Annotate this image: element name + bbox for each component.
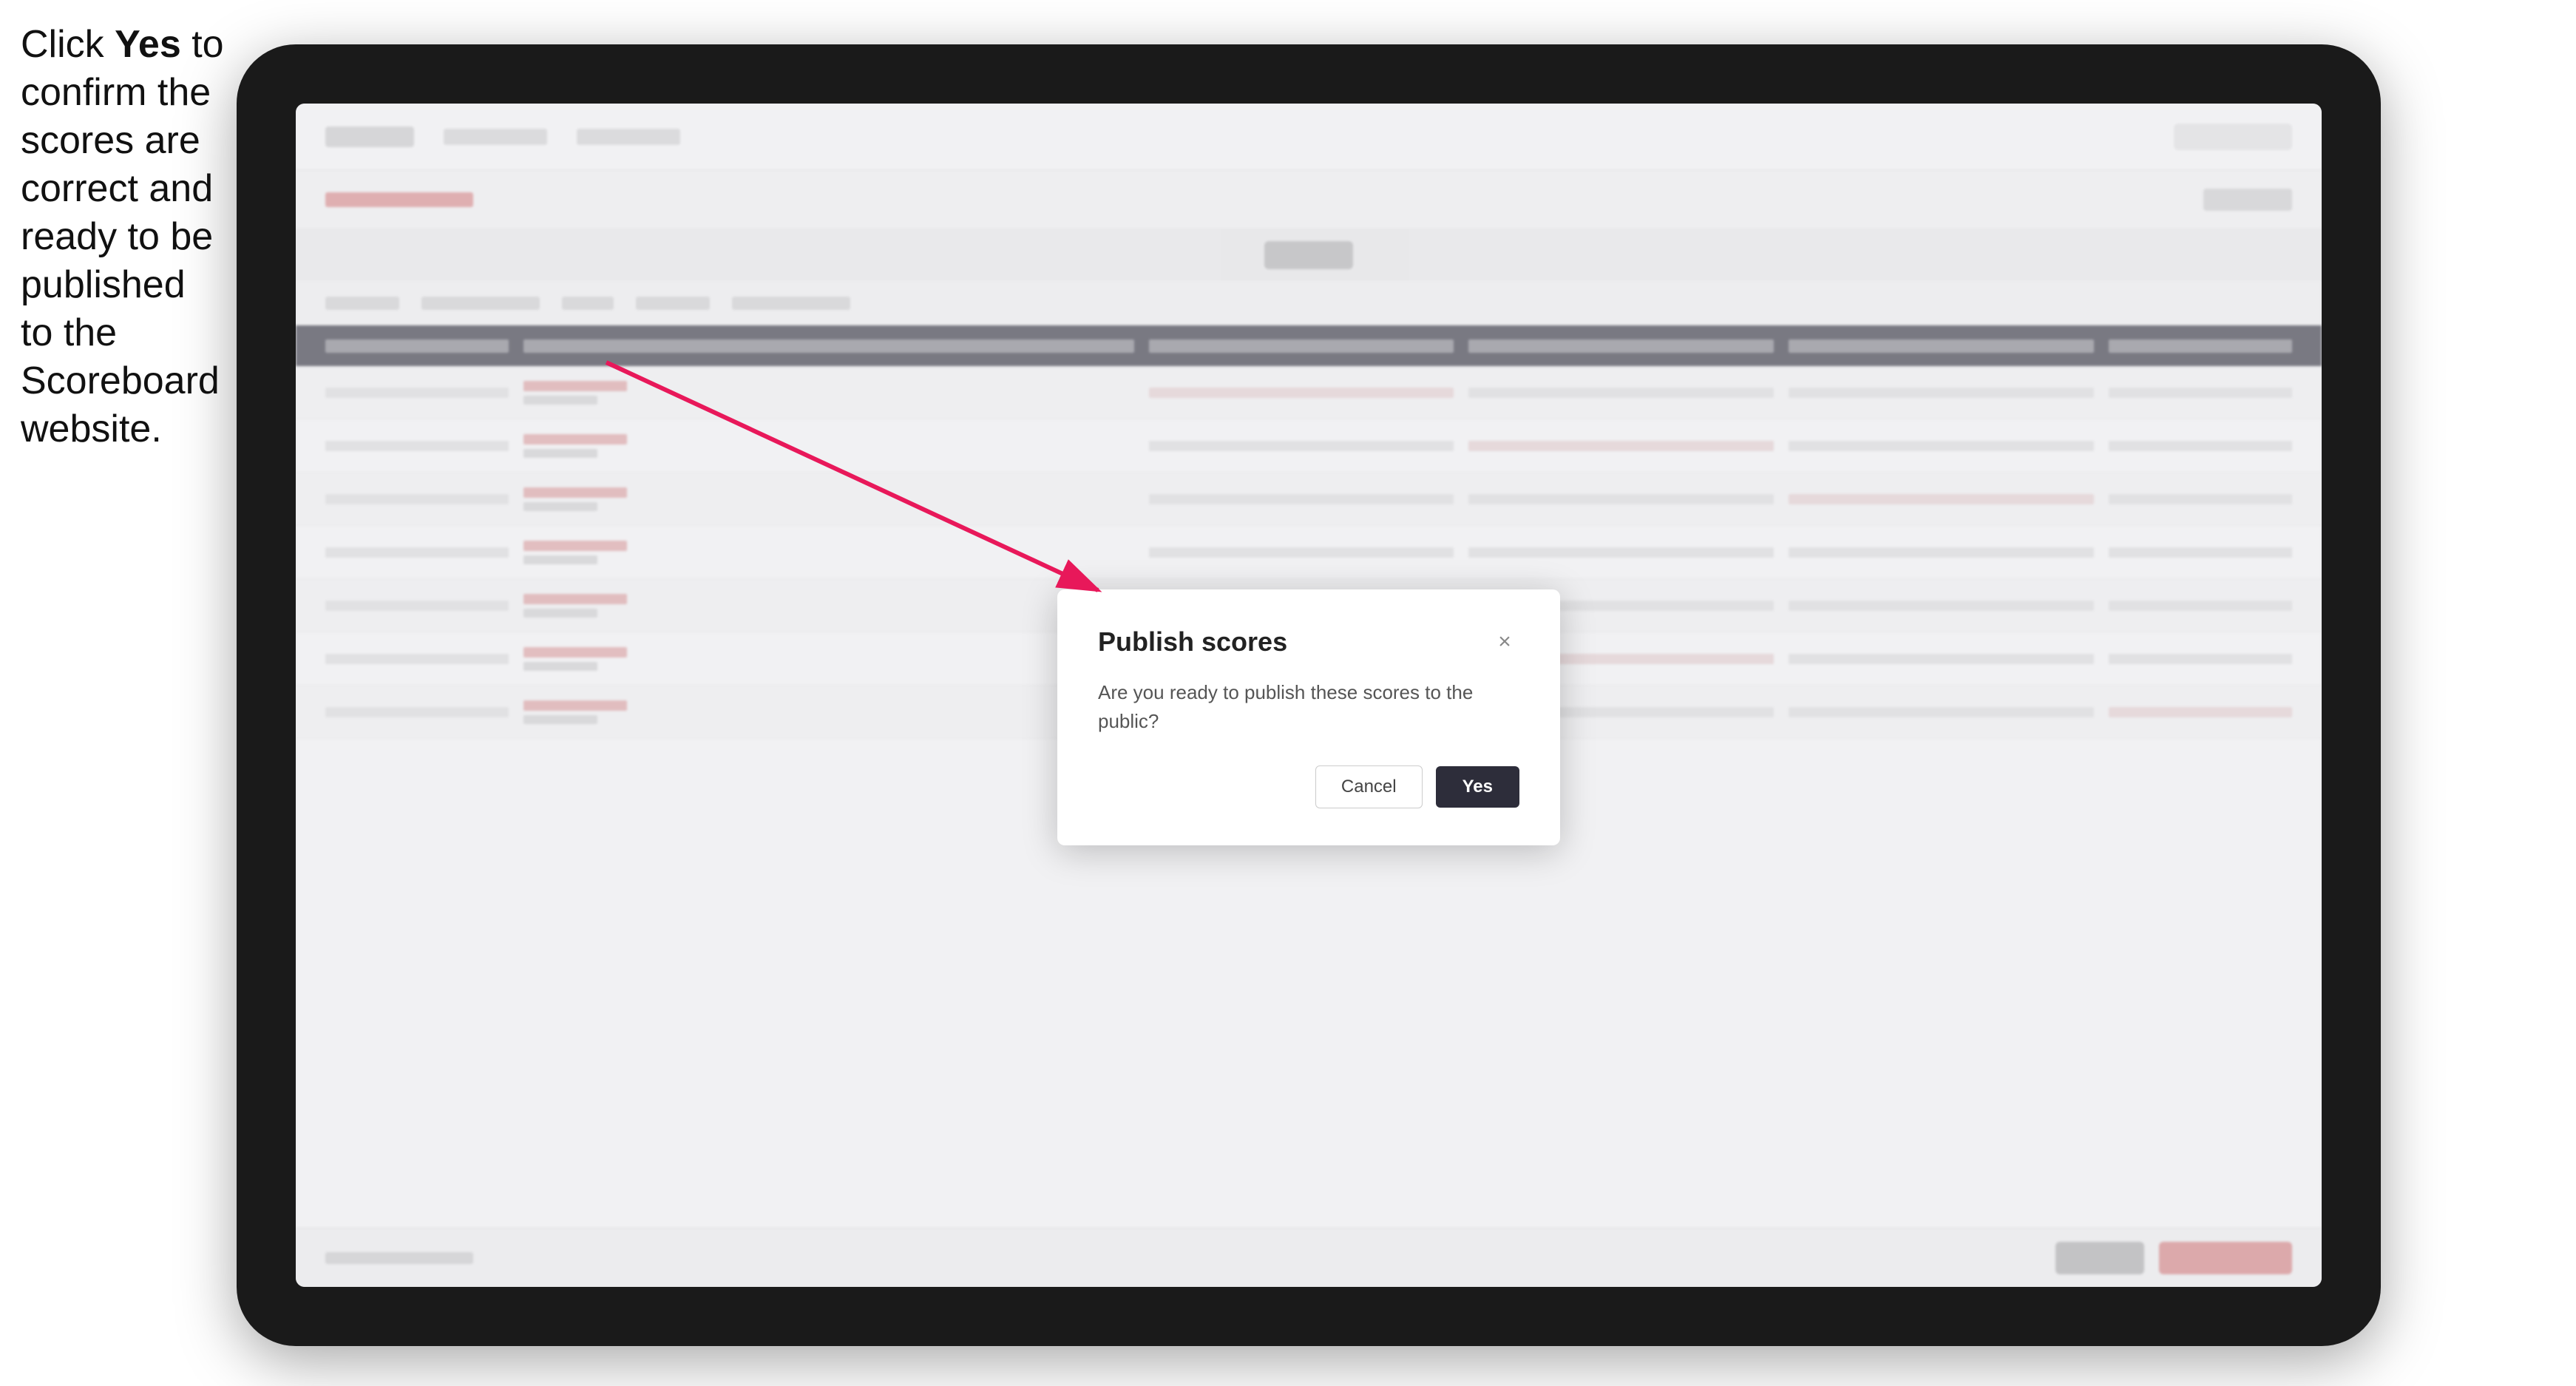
- modal-overlay: Publish scores × Are you ready to publis…: [296, 104, 2322, 1287]
- cancel-button[interactable]: Cancel: [1315, 765, 1423, 808]
- modal-footer: Cancel Yes: [1098, 765, 1519, 808]
- modal-close-button[interactable]: ×: [1490, 627, 1519, 657]
- tablet-device: Publish scores × Are you ready to publis…: [237, 44, 2381, 1346]
- tablet-screen: Publish scores × Are you ready to publis…: [296, 104, 2322, 1287]
- modal-title: Publish scores: [1098, 626, 1287, 657]
- instruction-part1: Click: [21, 23, 115, 66]
- publish-scores-dialog: Publish scores × Are you ready to publis…: [1057, 589, 1560, 845]
- instruction-part2: to confirm the scores are correct and re…: [21, 23, 224, 450]
- instruction-text: Click Yes to confirm the scores are corr…: [21, 21, 228, 453]
- instruction-bold: Yes: [115, 23, 181, 66]
- modal-body-text: Are you ready to publish these scores to…: [1098, 678, 1519, 736]
- yes-button[interactable]: Yes: [1436, 766, 1519, 808]
- modal-header: Publish scores ×: [1098, 626, 1519, 657]
